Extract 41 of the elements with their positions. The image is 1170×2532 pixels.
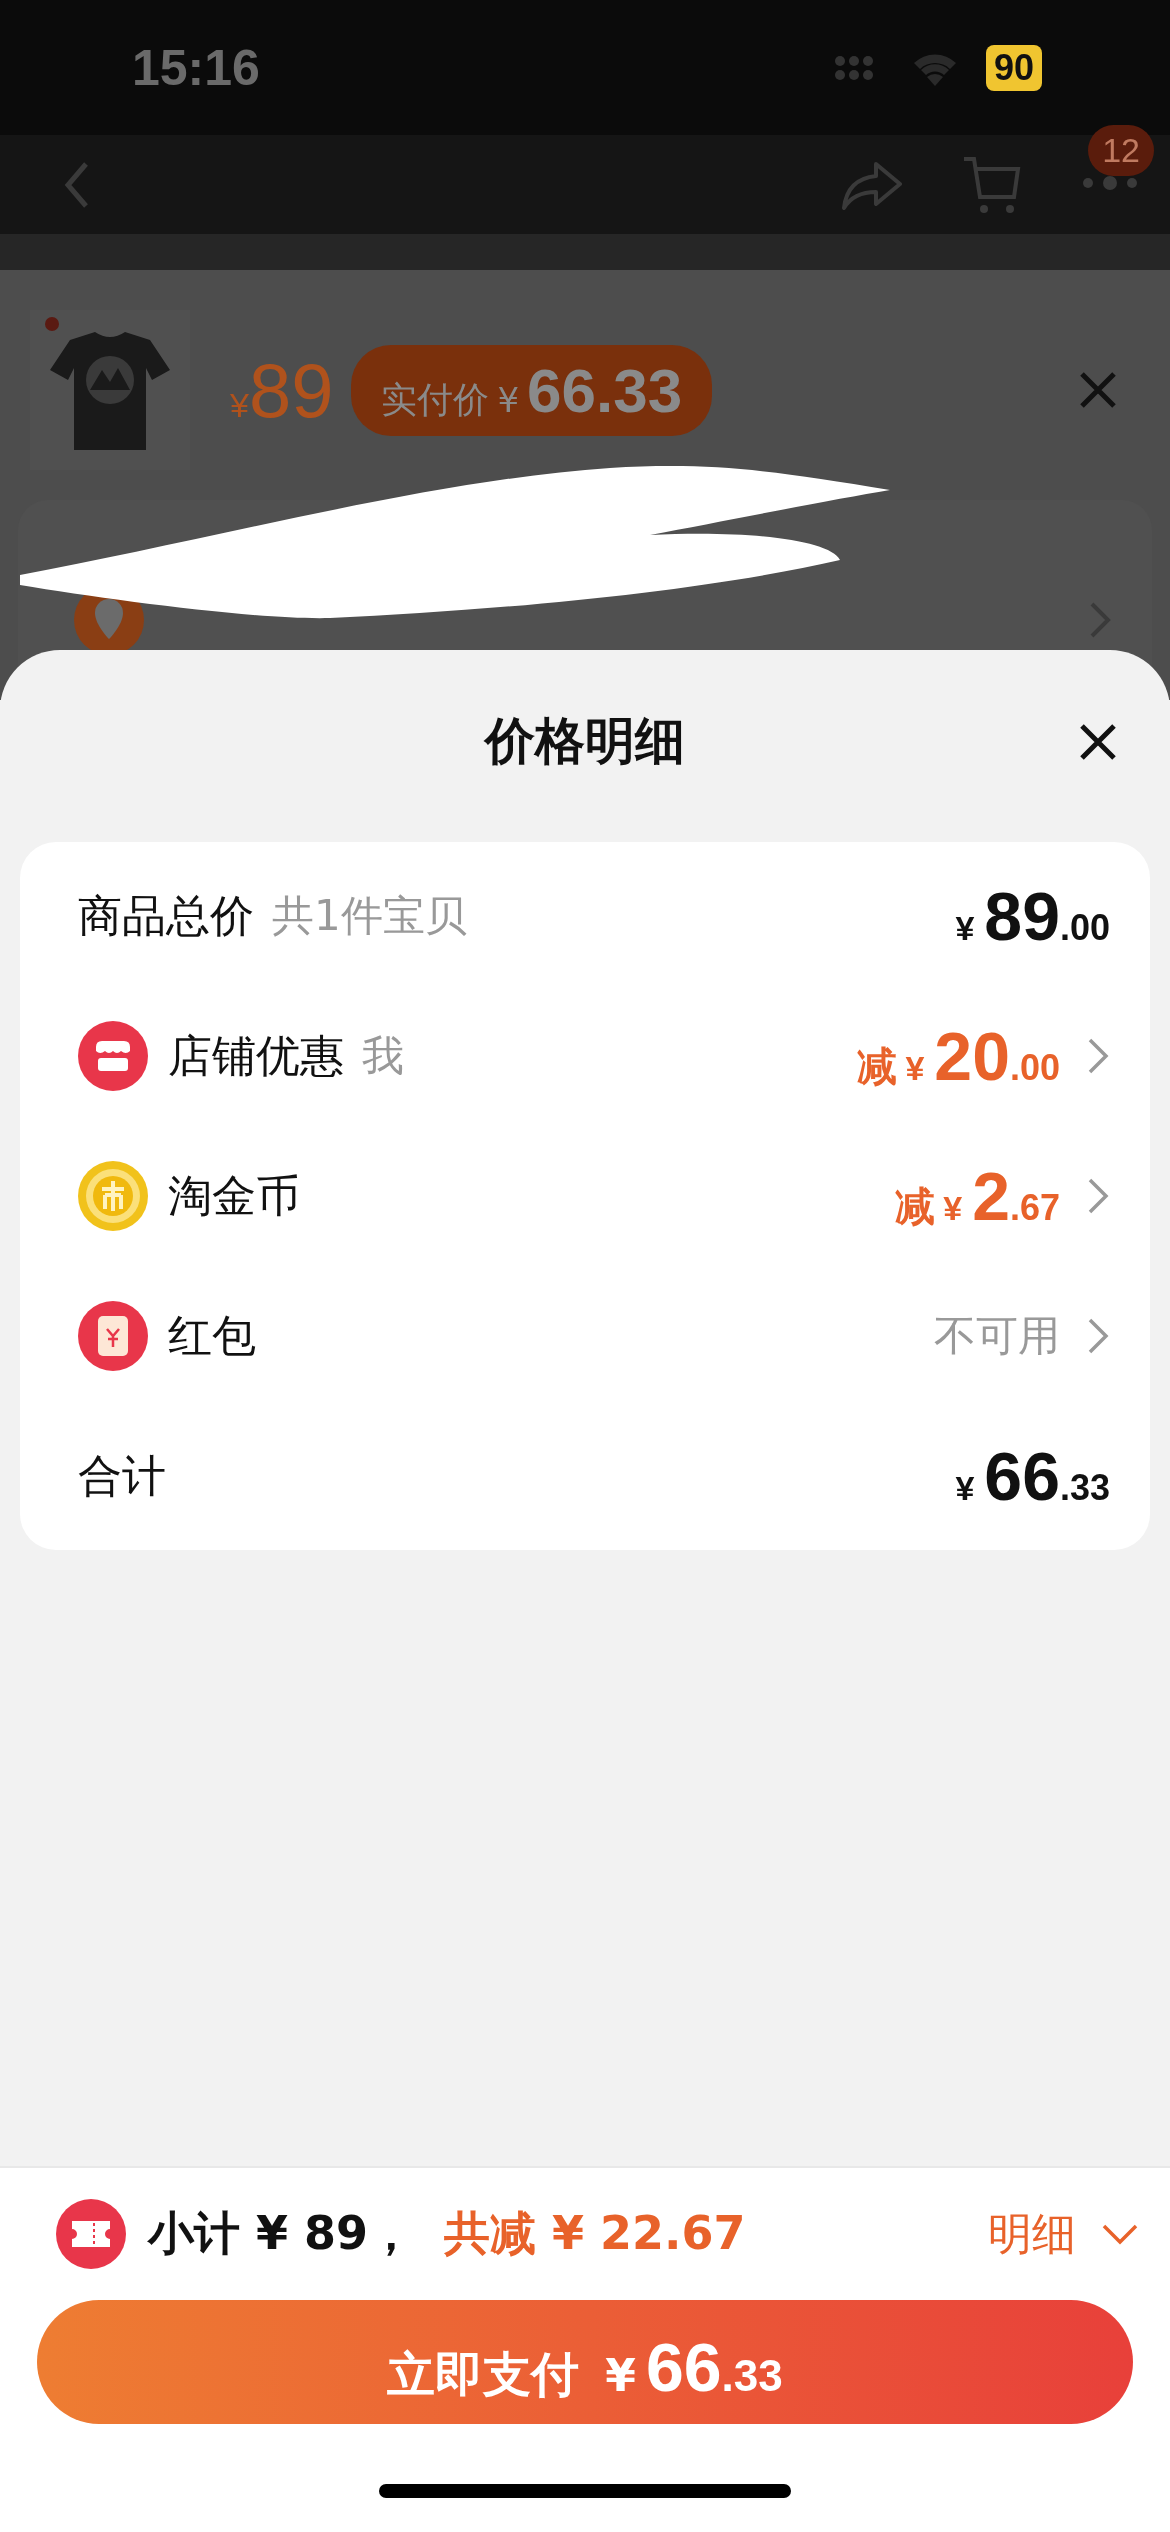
row-label: 店铺优惠 [168, 1028, 344, 1083]
share-icon[interactable] [840, 159, 904, 210]
currency-symbol: ¥ [955, 1469, 975, 1508]
row-note: 共1件宝贝 [272, 890, 467, 942]
chevron-right-icon[interactable] [1086, 1176, 1110, 1216]
total-discount-text: 共减 ¥ 22.67 [444, 2205, 746, 2262]
paid-price-amount: 66.33 [527, 354, 683, 426]
row-label: 红包 [168, 1308, 256, 1363]
discount-label: 减 [857, 1042, 898, 1091]
discount-label: 减 [895, 1182, 936, 1231]
amount: 89.00 [984, 877, 1110, 955]
amount: 66.33 [984, 1437, 1110, 1515]
pay-button[interactable]: 立即支付 ¥66.33 [37, 2300, 1133, 2424]
currency-symbol: ¥ [943, 1189, 963, 1228]
currency-symbol: ¥ [497, 379, 520, 420]
row-label: 淘金币 [168, 1168, 300, 1223]
status-text: 不可用 [934, 1310, 1060, 1362]
subtotal-text: 小计 ¥ 89， [148, 2205, 415, 2262]
paid-price-label: 实付价 [381, 377, 490, 422]
coin-icon [78, 1161, 148, 1231]
product-price: 89 [248, 346, 334, 434]
currency-symbol: ¥ [230, 385, 249, 425]
battery-level: 90 [985, 44, 1042, 91]
amount: 20.00 [934, 1017, 1060, 1095]
close-icon[interactable] [1078, 722, 1118, 762]
ticket-icon [56, 2199, 126, 2269]
envelope-icon [78, 1301, 148, 1371]
row-label: 合计 [78, 1448, 166, 1503]
shop-icon [78, 1021, 148, 1091]
currency-symbol: ¥ [955, 909, 975, 948]
chevron-right-icon[interactable] [1086, 1036, 1110, 1076]
currency-symbol: ¥ [905, 1049, 925, 1088]
row-note: 我 [362, 1030, 404, 1082]
details-toggle[interactable]: 明细 [988, 2204, 1140, 2264]
amount: 2.67 [972, 1157, 1060, 1235]
status-time: 15:16 [132, 38, 260, 97]
chevron-down-icon [1100, 2222, 1140, 2246]
row-label: 商品总价 [78, 888, 254, 943]
chevron-right-icon[interactable] [1086, 1316, 1110, 1356]
sheet-title: 价格明细 [485, 710, 685, 772]
notification-badge: 12 [1088, 124, 1154, 176]
